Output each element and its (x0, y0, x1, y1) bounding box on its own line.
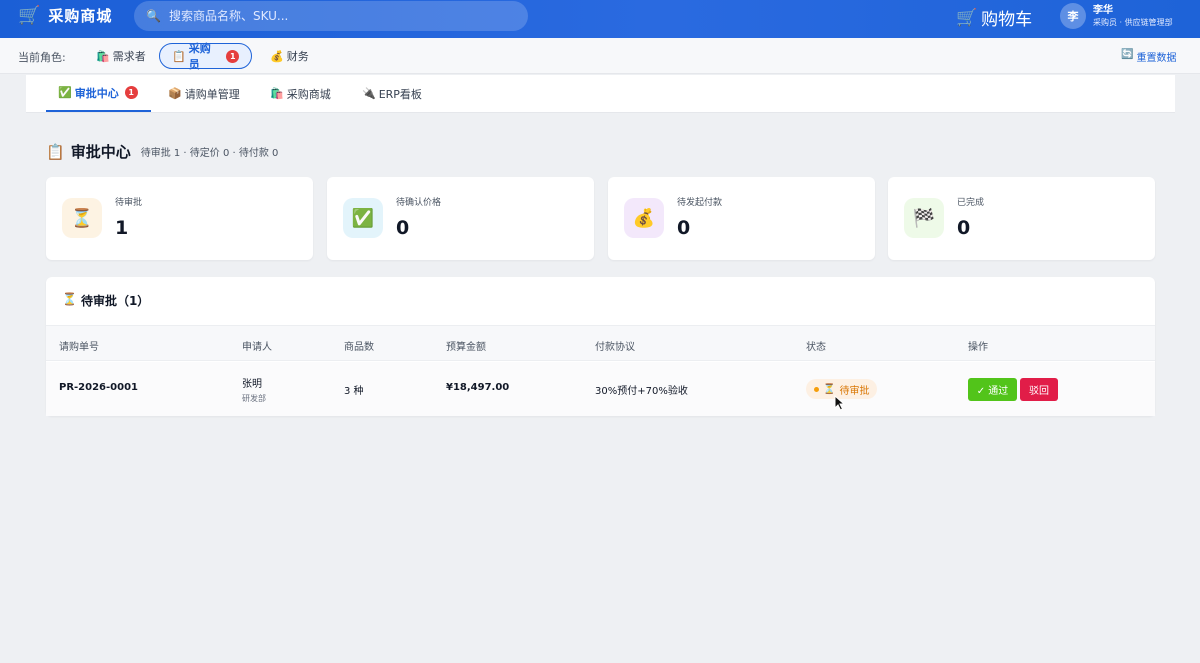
hourglass-icon: ⏳ (823, 383, 836, 395)
role-label: 当前角色: (18, 51, 66, 64)
stat-label: 待发起付款 (677, 198, 723, 208)
column-header: 操作 (968, 342, 988, 353)
clipboard-icon: 📋 (172, 49, 186, 63)
column-header: 预算金额 (446, 342, 486, 353)
approve-button[interactable]: ✓ 通过 (968, 378, 1017, 401)
applicant-name: 张明 (242, 379, 262, 390)
tab-bar: ✅ 审批中心 1 📦 请购单管理 🛍️ 采购商城 🔌 ERP看板 (26, 75, 1175, 113)
cart-icon: 🛒 (18, 4, 41, 26)
user-role: 采购员 · 供应链管理部 (1093, 18, 1173, 27)
table-header: 请购单号 申请人 商品数 预算金额 付款协议 状态 操作 (46, 325, 1155, 361)
stat-value: 0 (396, 217, 410, 239)
count-badge: 1 (226, 49, 239, 63)
avatar: 李 (1060, 3, 1086, 29)
tab-label: ERP看板 (378, 87, 422, 101)
package-icon: 📦 (168, 87, 182, 100)
cart-icon: 🛒 (956, 7, 978, 28)
tab-label: 审批中心 (74, 86, 119, 100)
search-icon: 🔍 (146, 9, 161, 23)
stat-label: 待审批 (115, 198, 143, 208)
cart-button[interactable]: 🛒 购物车 (956, 5, 1033, 31)
stat-card-pending-price[interactable]: ✅ 待确认价格 0 (327, 177, 594, 260)
applicant-dept: 研发部 (242, 394, 266, 403)
check-box-icon: ✅ (58, 86, 72, 99)
stat-label: 待确认价格 (396, 198, 442, 208)
reset-data-button[interactable]: 🔄 重置数据 (1121, 49, 1176, 64)
checkered-flag-icon: 🏁 (904, 198, 944, 238)
page-summary: 待审批 1 · 待定价 0 · 待付款 0 (140, 148, 279, 159)
tab-procurement-mall[interactable]: 🛍️ 采购商城 (270, 75, 331, 112)
page-title-text: 审批中心 (70, 143, 131, 161)
panel-title-text: 待审批（1） (80, 294, 150, 308)
search-bar[interactable]: 🔍 (134, 1, 528, 31)
table-row[interactable]: PR-2026-0001 张明 研发部 3 种 ¥18,497.00 30%预付… (46, 362, 1155, 416)
stat-label: 已完成 (957, 198, 985, 208)
user-menu[interactable]: 李 李华 采购员 · 供应链管理部 (1060, 3, 1173, 29)
stat-value: 1 (115, 217, 129, 239)
top-header: 🛒 采购商城 🔍 🛒 购物车 李 李华 采购员 · 供应链管理部 (0, 0, 1200, 38)
page-title: 📋 审批中心 待审批 1 · 待定价 0 · 待付款 0 (46, 141, 278, 162)
mouse-cursor-icon (834, 395, 846, 411)
stat-value: 0 (957, 217, 971, 239)
column-header: 请购单号 (59, 342, 99, 353)
clipboard-icon: 📋 (46, 142, 65, 161)
shopping-bag-icon: 🛍️ (270, 87, 284, 100)
reject-button[interactable]: 驳回 (1020, 378, 1058, 401)
plug-icon: 🔌 (362, 87, 376, 100)
role-button-label: 采购员 (188, 42, 211, 71)
tab-requisition-management[interactable]: 📦 请购单管理 (168, 75, 240, 112)
pending-approval-panel: ⏳ 待审批（1） 请购单号 申请人 商品数 预算金额 付款协议 状态 操作 PR… (46, 277, 1155, 416)
shopping-bag-icon: 🛍️ (96, 49, 110, 63)
hourglass-icon: ⏳ (62, 292, 77, 306)
column-header: 商品数 (344, 342, 374, 353)
check-box-icon: ✅ (343, 198, 383, 238)
status-dot (814, 386, 819, 392)
stat-card-pending-payment[interactable]: 💰 待发起付款 0 (608, 177, 875, 260)
role-bar: 当前角色: 🛍️ 需求者 📋 采购员 1 💰 财务 🔄 重置数据 (0, 38, 1200, 74)
stat-card-completed[interactable]: 🏁 已完成 0 (888, 177, 1155, 260)
hourglass-icon: ⏳ (62, 198, 102, 238)
requisition-id: PR-2026-0001 (59, 382, 138, 393)
tab-label: 请购单管理 (184, 87, 240, 101)
panel-title: ⏳ 待审批（1） (62, 292, 149, 309)
reset-label: 重置数据 (1136, 53, 1177, 64)
column-header: 申请人 (242, 342, 272, 353)
count-badge: 1 (124, 86, 138, 99)
search-input[interactable] (168, 9, 499, 23)
role-button-buyer[interactable]: 📋 采购员 1 (159, 42, 252, 71)
column-header: 付款协议 (595, 342, 635, 353)
tab-label: 采购商城 (286, 87, 331, 101)
role-button-requester[interactable]: 🛍️ 需求者 (84, 43, 158, 69)
role-button-label: 需求者 (112, 50, 146, 63)
money-bag-icon: 💰 (624, 198, 664, 238)
role-button-label: 财务 (286, 50, 309, 63)
stat-card-pending-approval[interactable]: ⏳ 待审批 1 (46, 177, 313, 260)
user-name: 李华 (1093, 5, 1113, 16)
item-count: 3 种 (344, 386, 364, 397)
tab-erp-board[interactable]: 🔌 ERP看板 (362, 75, 422, 112)
brand-title: 采购商城 (48, 7, 113, 25)
stat-value: 0 (677, 217, 691, 239)
refresh-icon: 🔄 (1121, 49, 1134, 60)
role-button-finance[interactable]: 💰 财务 (258, 43, 321, 69)
tab-approval-center[interactable]: ✅ 审批中心 1 (46, 75, 151, 112)
column-header: 状态 (806, 342, 826, 353)
payment-terms: 30%预付+70%验收 (595, 386, 688, 397)
budget-amount: ¥18,497.00 (446, 382, 510, 393)
money-bag-icon: 💰 (270, 49, 284, 63)
brand[interactable]: 🛒 采购商城 (18, 5, 112, 26)
cart-label: 购物车 (981, 10, 1033, 30)
